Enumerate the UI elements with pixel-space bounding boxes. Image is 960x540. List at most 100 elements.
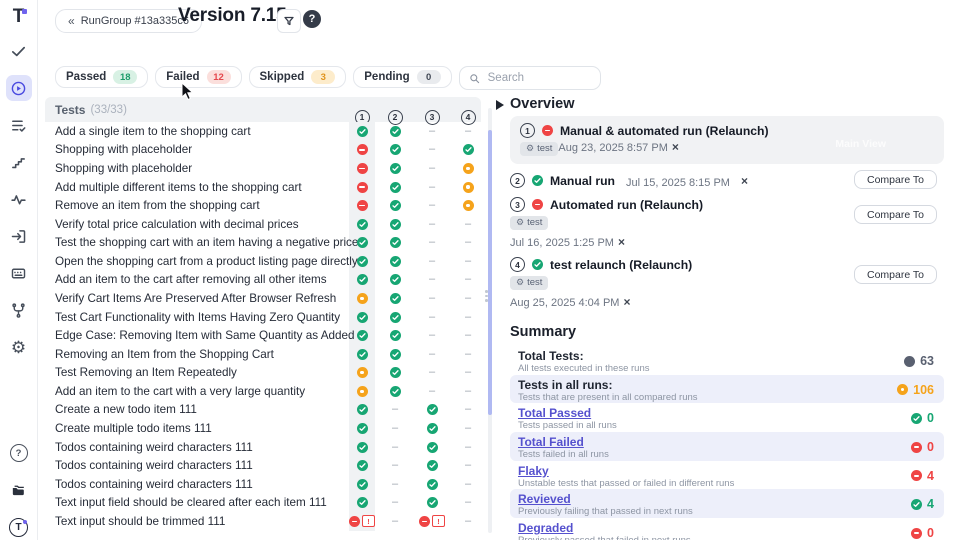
run-number-badge: 4 [510,257,525,272]
remove-run-icon[interactable]: × [623,295,630,309]
compare-to-button[interactable]: Compare To [854,205,937,224]
profile-circle-t-icon[interactable]: T [6,514,32,540]
no-result-dash: – [392,404,398,415]
run-item[interactable]: 4test relaunch (Relaunch)⚙testAug 25, 20… [510,257,944,309]
filter-chip-skipped[interactable]: Skipped3 [249,66,347,88]
passed-status-icon [390,237,401,248]
summary-row-value: 106 [897,383,934,397]
test-row[interactable]: Text input should be trimmed 111!–!– [45,512,481,531]
run-title[interactable]: Manual & automated run (Relaunch) [560,124,769,138]
comment-flag-icon[interactable]: ! [432,515,445,527]
test-row[interactable]: Add an item to the cart after removing a… [45,271,481,290]
remove-run-icon[interactable]: × [672,140,679,154]
runs-play-icon[interactable] [6,75,32,101]
passed-status-icon [911,499,922,510]
test-row[interactable]: Text input field should be cleared after… [45,494,481,513]
test-row[interactable]: Shopping with placeholder– [45,159,481,178]
analytics-pulse-icon[interactable] [6,186,32,212]
test-row[interactable]: Todos containing weird characters 111–– [45,475,481,494]
test-result-cell [382,293,408,304]
panel-scrollbar-thumb[interactable] [488,130,492,415]
test-row[interactable]: Add a single item to the shopping cart–– [45,122,481,141]
app-logo-icon[interactable]: T [13,7,25,27]
run-date: Aug 23, 2025 8:57 PM× [558,142,678,154]
help-circle-icon[interactable]: ? [6,440,32,466]
help-button[interactable]: ? [303,10,321,28]
run-title[interactable]: Automated run (Relaunch) [550,198,703,212]
run-item[interactable]: 1Manual & automated run (Relaunch)⚙testA… [510,116,944,164]
no-result-dash: – [429,256,435,267]
run-title[interactable]: Manual run [550,174,615,188]
run-item[interactable]: 3Automated run (Relaunch)⚙testJul 16, 20… [510,197,944,249]
test-result-cell: – [419,144,445,155]
test-row[interactable]: Add multiple different items to the shop… [45,178,481,197]
summary-row-label[interactable]: Degraded [518,521,573,535]
passed-status-icon [357,312,368,323]
no-result-dash: – [465,349,471,360]
compare-to-button[interactable]: Compare To [854,170,937,189]
passed-status-icon [463,144,474,155]
summary-row-label[interactable]: Total Passed [518,406,591,420]
test-row[interactable]: Verify Cart Items Are Preserved After Br… [45,289,481,308]
test-row[interactable]: Todos containing weird characters 111–– [45,438,481,457]
run-item[interactable]: 2Manual runJul 15, 2025 8:15 PM×Compare … [510,172,944,189]
test-result-cell [349,144,375,155]
test-row[interactable]: Create a new todo item 111–– [45,401,481,420]
test-result-cell [419,497,445,508]
tests-check-icon[interactable] [6,38,32,64]
plans-list-check-icon[interactable] [6,112,32,138]
filter-funnel-button[interactable] [277,9,301,33]
test-row[interactable]: Test the shopping cart with an item havi… [45,233,481,252]
skipped-status-icon [463,200,474,211]
import-box-icon[interactable] [6,223,32,249]
no-result-dash: – [465,386,471,397]
passed-status-icon [357,497,368,508]
summary-row-number: 106 [913,383,934,397]
test-row[interactable]: Test Removing an Item Repeatedly–– [45,364,481,383]
no-result-dash: – [429,219,435,230]
test-row[interactable]: Create multiple todo items 111–– [45,419,481,438]
summary-row-label[interactable]: Total Failed [518,435,584,449]
milestones-steps-icon[interactable] [6,149,32,175]
filter-chip-pending[interactable]: Pending0 [353,66,451,88]
filter-chip-label: Pending [364,71,409,83]
search-input[interactable] [486,71,575,85]
passed-status-icon [357,479,368,490]
failed-status-icon [419,516,430,527]
test-result-cell: – [419,330,445,341]
settings-gear-icon[interactable]: ⚙ [6,334,32,360]
collapse-panel-icon[interactable] [496,100,504,110]
test-result-cell: – [455,516,481,527]
test-result-cell: – [455,312,481,323]
filter-chip-passed[interactable]: Passed18 [55,66,148,88]
test-row[interactable]: Verify total price calculation with deci… [45,215,481,234]
test-row[interactable]: Todos containing weird characters 111–– [45,456,481,475]
skipped-status-icon [357,293,368,304]
test-result-cell: – [419,126,445,137]
run-title[interactable]: test relaunch (Relaunch) [550,258,692,272]
test-row[interactable]: Removing an Item from the Shopping Cart–… [45,345,481,364]
comment-flag-icon[interactable]: ! [362,515,375,527]
remove-run-icon[interactable]: × [741,174,748,188]
test-row[interactable]: Edge Case: Removing Item with Same Quant… [45,326,481,345]
remove-run-icon[interactable]: × [618,235,625,249]
test-row[interactable]: Test Cart Functionality with Items Havin… [45,308,481,327]
widgets-keyboard-icon[interactable] [6,260,32,286]
compare-to-button[interactable]: Compare To [854,265,937,284]
test-result-cell [349,497,375,508]
summary-row-label[interactable]: Flaky [518,464,549,478]
test-result-cell: – [455,497,481,508]
summary-row-label: Total Tests: [518,349,584,363]
branches-icon[interactable] [6,297,32,323]
no-result-dash: – [429,349,435,360]
panel-resize-handle[interactable] [485,290,488,302]
test-row[interactable]: Shopping with placeholder– [45,141,481,160]
test-row[interactable]: Remove an item from the shopping cart– [45,196,481,215]
summary-row-label[interactable]: Revieved [518,492,571,506]
no-result-dash: – [465,274,471,285]
test-row[interactable]: Open the shopping cart from a product li… [45,252,481,271]
test-row[interactable]: Add an item to the cart with a very larg… [45,382,481,401]
filter-chip-failed[interactable]: Failed12 [155,66,241,88]
projects-folders-icon[interactable] [6,477,32,503]
no-result-dash: – [392,479,398,490]
